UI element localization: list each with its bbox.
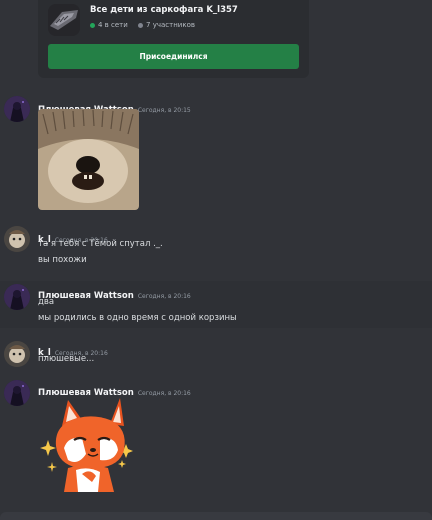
message-header: Плюшевая Wattson Сегодня, в 20:16 xyxy=(38,283,191,302)
avatar[interactable] xyxy=(4,284,30,310)
message-text: мы родились в одно время с одной корзины xyxy=(38,313,237,323)
server-icon[interactable] xyxy=(48,4,80,36)
image-attachment[interactable] xyxy=(38,109,139,210)
message-text: вы похожи xyxy=(38,255,87,265)
server-name: Все дети из саркофага K_l357 xyxy=(90,5,238,15)
message-text: та я тебя с Тёмой спутал ._. xyxy=(38,239,163,249)
avatar[interactable] xyxy=(4,341,30,367)
timestamp: Сегодня, в 20:15 xyxy=(137,107,191,114)
online-count: 4 в сети xyxy=(98,21,128,29)
members-dot-icon xyxy=(138,22,144,28)
join-button[interactable]: Присоединился xyxy=(48,44,299,69)
server-invite-card: Все дети из саркофага K_l357 4 в сети 7 … xyxy=(38,0,309,78)
timestamp: Сегодня, в 20:16 xyxy=(137,293,191,300)
member-count: 7 участников xyxy=(146,21,195,29)
timestamp: Сегодня, в 20:16 xyxy=(137,390,191,397)
message-text: плюшевые... xyxy=(38,354,95,364)
message-composer[interactable] xyxy=(0,512,432,520)
server-stats: 4 в сети 7 участников xyxy=(90,21,195,29)
online-dot-icon xyxy=(90,22,95,28)
message-text: два xyxy=(38,297,55,307)
avatar[interactable] xyxy=(4,96,30,122)
avatar[interactable] xyxy=(4,226,30,252)
avatar[interactable] xyxy=(4,380,30,406)
fox-sticker[interactable] xyxy=(38,396,136,494)
